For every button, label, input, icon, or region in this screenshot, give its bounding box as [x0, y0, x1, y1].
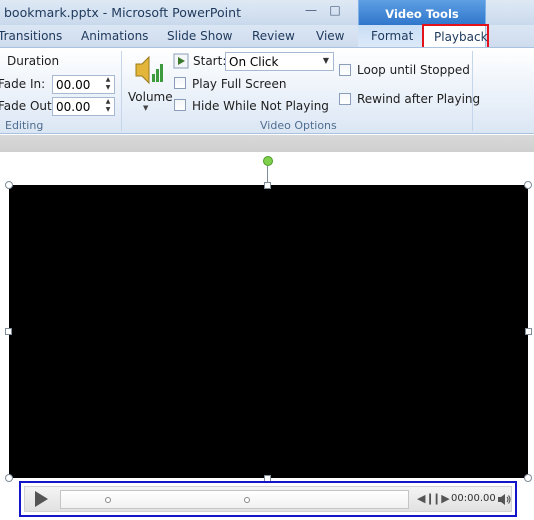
rewind-after-playing-label[interactable]: Rewind after Playing: [357, 92, 480, 106]
editing-group-label: Editing: [5, 119, 44, 132]
video-options-group-label: Video Options: [260, 119, 337, 132]
hide-while-not-playing-checkbox[interactable]: [174, 99, 186, 111]
chevron-down-icon[interactable]: ▼: [323, 56, 329, 65]
video-tools-label: Video Tools: [385, 7, 459, 21]
tab-review[interactable]: Review: [252, 29, 295, 43]
fade-in-label: Fade In:: [0, 77, 46, 91]
start-icon: [173, 53, 189, 69]
tab-transitions[interactable]: Transitions: [0, 29, 62, 43]
bookmark-marker[interactable]: [105, 497, 111, 503]
group-divider: [121, 51, 122, 131]
time-display: 00:00.00: [451, 493, 496, 504]
group-divider: [472, 51, 473, 131]
play-full-screen-checkbox[interactable]: [174, 77, 186, 89]
media-controls-bar: ◀❙ ❙▶ 00:00.00: [24, 486, 512, 512]
start-label: Start:: [193, 54, 227, 68]
tab-format[interactable]: Format: [371, 29, 413, 43]
tab-view[interactable]: View: [316, 29, 344, 43]
spinner-arrows-icon[interactable]: ▲ ▼: [104, 98, 112, 115]
resize-handle-bottom-left[interactable]: [5, 474, 13, 482]
resize-handle-top[interactable]: [264, 182, 271, 189]
fade-in-spinner[interactable]: 00.00 ▲ ▼: [52, 75, 115, 94]
video-object[interactable]: [9, 185, 528, 478]
restore-icon[interactable]: □: [326, 3, 344, 17]
speaker-icon: [135, 55, 163, 85]
ribbon-playback: Duration Fade In: 00.00 ▲ ▼ Fade Out: 00.…: [0, 47, 534, 134]
resize-handle-bottom-right[interactable]: [524, 474, 532, 482]
resize-handle-right[interactable]: [525, 328, 532, 335]
fade-out-value: 00.00: [56, 100, 91, 114]
title-bar: bookmark.pptx - Microsoft PowerPoint — □…: [0, 0, 534, 25]
duration-label: Duration: [7, 54, 60, 68]
loop-until-stopped-checkbox[interactable]: [339, 64, 351, 76]
volume-label: Volume: [128, 90, 173, 104]
play-full-screen-label[interactable]: Play Full Screen: [192, 77, 286, 91]
hide-while-not-playing-label[interactable]: Hide While Not Playing: [192, 99, 329, 113]
fade-out-label: Fade Out:: [0, 99, 56, 113]
ribbon-tabs: Transitions Animations Slide Show Review…: [0, 24, 534, 49]
ruler-band: [0, 135, 534, 152]
timeline-track[interactable]: [60, 490, 409, 509]
start-value: On Click: [229, 55, 279, 69]
rewind-after-playing-checkbox[interactable]: [339, 93, 351, 105]
volume-button[interactable]: Volume ▼: [128, 52, 173, 116]
volume-dropdown-icon[interactable]: ▼: [143, 104, 148, 112]
fade-in-value: 00.00: [56, 78, 91, 92]
playback-tab-highlight-box: [422, 24, 489, 49]
window-title: bookmark.pptx - Microsoft PowerPoint: [4, 5, 241, 20]
loop-until-stopped-label[interactable]: Loop until Stopped: [357, 63, 470, 77]
video-tools-group: Video Tools: [358, 0, 486, 25]
powerpoint-window: bookmark.pptx - Microsoft PowerPoint — □…: [0, 0, 534, 520]
media-controls-highlight: ◀❙ ❙▶ 00:00.00: [19, 481, 517, 517]
rotation-handle[interactable]: [263, 156, 273, 166]
resize-handle-top-left[interactable]: [5, 181, 13, 189]
spinner-arrows-icon[interactable]: ▲ ▼: [104, 76, 112, 93]
tab-slide-show[interactable]: Slide Show: [167, 29, 232, 43]
volume-icon[interactable]: [497, 493, 511, 506]
next-icon[interactable]: ❙▶: [432, 492, 450, 505]
play-icon[interactable]: [35, 491, 48, 507]
resize-handle-top-right[interactable]: [524, 181, 532, 189]
resize-handle-left[interactable]: [5, 328, 12, 335]
bookmark-marker[interactable]: [244, 497, 250, 503]
fade-out-spinner[interactable]: 00.00 ▲ ▼: [52, 97, 115, 116]
tab-animations[interactable]: Animations: [81, 29, 148, 43]
minimize-icon[interactable]: —: [302, 3, 320, 17]
start-dropdown[interactable]: On Click ▼: [225, 52, 334, 71]
